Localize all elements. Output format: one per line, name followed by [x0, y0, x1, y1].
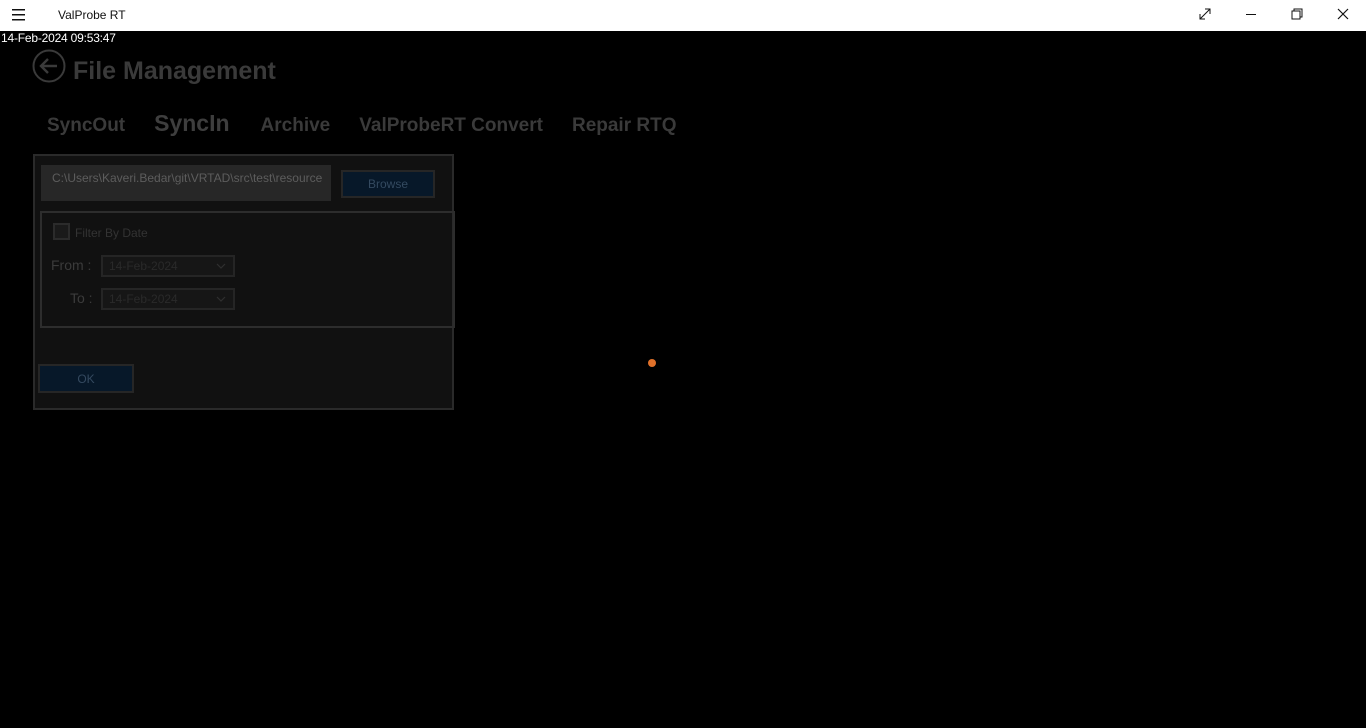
browse-button[interactable]: Browse: [341, 170, 435, 198]
minimize-icon: [1245, 7, 1257, 25]
hamburger-icon[interactable]: [12, 9, 34, 23]
close-icon: [1337, 7, 1349, 25]
back-arrow-icon: [32, 49, 66, 87]
expand-icon: [1199, 7, 1211, 25]
tab-strip: SyncOut SyncIn Archive ValProbeRT Conver…: [47, 110, 706, 137]
ok-button[interactable]: OK: [38, 364, 134, 393]
to-date-select[interactable]: 14-Feb-2024: [101, 288, 235, 310]
from-date-value: 14-Feb-2024: [109, 259, 178, 273]
chevron-down-icon: [215, 260, 227, 272]
syncin-panel: C:\Users\Kaveri.Bedar\git\VRTAD\src\test…: [33, 154, 455, 410]
to-label: To :: [70, 290, 93, 306]
minimize-button[interactable]: [1228, 0, 1274, 31]
tab-syncout[interactable]: SyncOut: [47, 115, 125, 137]
timestamp: 14-Feb-2024 09:53:47: [1, 31, 116, 45]
loading-progress-dot: [648, 359, 656, 367]
tab-repair-rtq[interactable]: Repair RTQ: [572, 115, 677, 137]
from-date-select[interactable]: 14-Feb-2024: [101, 255, 235, 277]
filter-by-date-label: Filter By Date: [75, 226, 148, 240]
tab-syncin[interactable]: SyncIn: [154, 110, 229, 137]
path-input[interactable]: C:\Users\Kaveri.Bedar\git\VRTAD\src\test…: [41, 165, 331, 201]
tab-valprobert-convert[interactable]: ValProbeRT Convert: [359, 115, 543, 137]
back-button[interactable]: [32, 49, 66, 83]
from-label: From :: [51, 257, 92, 273]
restore-icon: [1291, 7, 1303, 25]
page-title: File Management: [73, 57, 276, 85]
tab-archive[interactable]: Archive: [261, 115, 331, 137]
chevron-down-icon: [215, 293, 227, 305]
filter-by-date-checkbox[interactable]: [53, 223, 70, 240]
title-bar: ValProbe RT: [0, 0, 1366, 31]
restore-button[interactable]: [1274, 0, 1320, 31]
app-title: ValProbe RT: [58, 8, 126, 22]
date-filter-group: Filter By Date From : 14-Feb-2024 To : 1…: [40, 211, 455, 328]
to-date-value: 14-Feb-2024: [109, 292, 178, 306]
fullscreen-button[interactable]: [1182, 0, 1228, 31]
close-button[interactable]: [1320, 0, 1366, 31]
